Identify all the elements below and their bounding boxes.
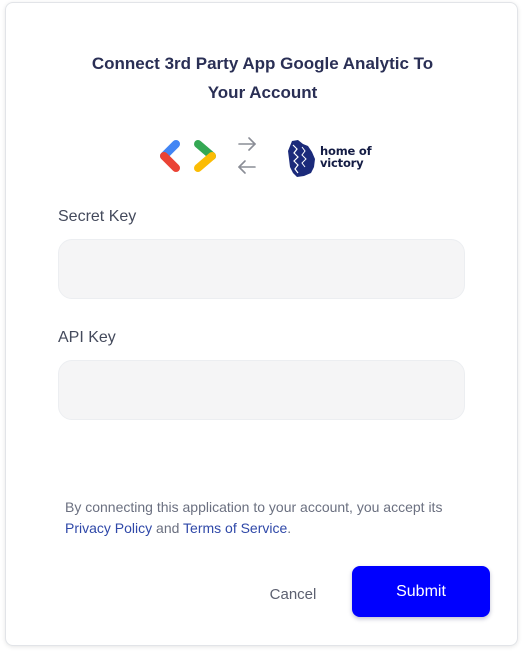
secret-key-input[interactable] <box>58 239 465 299</box>
consent-period: . <box>287 520 292 536</box>
brand-wordmark: home of victory <box>320 145 372 170</box>
dialog-title-line1: Connect 3rd Party App Google Analytic To <box>91 54 434 73</box>
dialog-title-line2: Your Account <box>207 83 318 102</box>
google-analytics-logo <box>160 140 216 172</box>
privacy-policy-link[interactable]: Privacy Policy <box>65 520 152 536</box>
consent-conjunction: and <box>156 520 180 536</box>
dialog-title: Connect 3rd Party App Google Analytic To… <box>6 49 519 107</box>
submit-button[interactable]: Submit <box>352 566 490 617</box>
api-key-label: API Key <box>58 329 116 346</box>
cancel-button[interactable]: Cancel <box>258 582 328 606</box>
api-key-input[interactable] <box>58 360 465 420</box>
terms-of-service-link[interactable]: Terms of Service <box>183 520 287 536</box>
brand-mark-icon <box>288 140 315 177</box>
consent-text: By connecting this application to your a… <box>65 497 495 539</box>
swap-arrows-icon <box>238 137 256 174</box>
consent-text-before: By connecting this application to your a… <box>65 499 443 515</box>
connect-dialog: Connect 3rd Party App Google Analytic To… <box>5 2 518 646</box>
brand-line2: victory <box>320 156 364 170</box>
home-of-victory-logo: home of victory <box>284 137 374 179</box>
logo-row: home of victory <box>156 136 386 180</box>
secret-key-label: Secret Key <box>58 208 137 225</box>
